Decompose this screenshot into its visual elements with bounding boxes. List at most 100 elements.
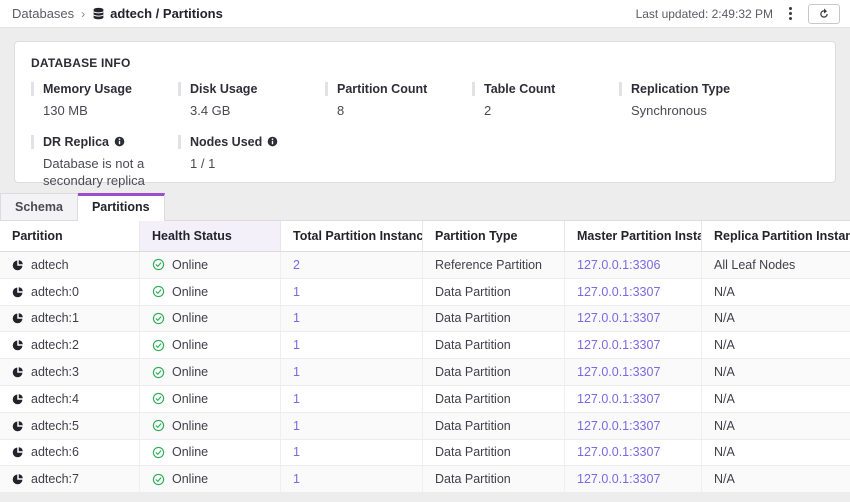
partition-name: adtech:4 [31,392,79,406]
stat: Replication Type Synchronous [619,82,766,120]
partition-name: adtech:1 [31,311,79,325]
top-bar: Databases › adtech / Partitions Last upd… [0,0,850,28]
partition-pie-icon [12,473,24,485]
master-instance-link[interactable]: 127.0.0.1:3307 [577,311,660,325]
health-status-cell: Online [140,466,281,492]
table-body: adtech Online 2 Reference Partition [0,252,850,493]
replica-instance-cell: N/A [702,279,850,305]
online-check-icon [152,339,165,352]
partition-cell: adtech:0 [0,279,140,305]
partition-name: adtech:2 [31,338,79,352]
partition-pie-icon [12,339,24,351]
card-title: DATABASE INFO [31,56,819,70]
health-status-label: Online [172,445,208,459]
master-instance-link[interactable]: 127.0.0.1:3307 [577,472,660,486]
online-check-icon [152,473,165,486]
refresh-button[interactable] [808,4,840,24]
online-check-icon [152,446,165,459]
stat: Memory Usage 130 MB [31,82,178,120]
master-instance-link[interactable]: 127.0.0.1:3307 [577,392,660,406]
instances-cell: 1 [281,306,423,332]
instances-link[interactable]: 1 [293,419,300,433]
health-status-label: Online [172,311,208,325]
health-status-cell: Online [140,440,281,466]
column-header-health-status[interactable]: Health Status [140,221,281,251]
master-instance-cell: 127.0.0.1:3307 [565,359,702,385]
instances-link[interactable]: 1 [293,445,300,459]
health-status-label: Online [172,285,208,299]
online-check-icon [152,285,165,298]
table-row: adtech:6 Online 1 Data Partition [0,440,850,467]
stat: Table Count 2 [472,82,619,120]
stat-value: 1 / 1 [178,155,324,173]
column-header-master-instance[interactable]: Master Partition Instance ... [565,221,702,251]
partition-pie-icon [12,446,24,458]
stat-label-row: Memory Usage [31,82,178,96]
partition-cell: adtech:3 [0,359,140,385]
master-instance-cell: 127.0.0.1:3306 [565,252,702,278]
instances-link[interactable]: 1 [293,285,300,299]
column-header-partition[interactable]: Partition [0,221,140,251]
master-instance-cell: 127.0.0.1:3307 [565,332,702,358]
partition-name: adtech:6 [31,445,79,459]
partition-pie-icon [12,312,24,324]
health-status-label: Online [172,472,208,486]
instances-link[interactable]: 2 [293,258,300,272]
partition-type-cell: Data Partition [423,386,565,412]
partition-cell: adtech:4 [0,386,140,412]
tab-schema[interactable]: Schema [0,193,78,220]
master-instance-link[interactable]: 127.0.0.1:3307 [577,365,660,379]
partition-cell: adtech:1 [0,306,140,332]
stat-value: Synchronous [619,102,765,120]
health-status-cell: Online [140,332,281,358]
table-row: adtech:7 Online 1 Data Partition [0,466,850,493]
kebab-menu-icon[interactable] [783,4,798,23]
partition-type-cell: Data Partition [423,332,565,358]
partition-cell: adtech:7 [0,466,140,492]
stat-label: Replication Type [631,82,730,96]
master-instance-cell: 127.0.0.1:3307 [565,440,702,466]
health-status-cell: Online [140,386,281,412]
stat-label: Nodes Used [190,135,262,149]
table-row: adtech:0 Online 1 Data Partition [0,279,850,306]
last-updated-label: Last updated: 2:49:32 PM [636,7,773,21]
replica-instance-cell: N/A [702,359,850,385]
partition-pie-icon [12,259,24,271]
column-header-total-instances[interactable]: Total Partition Instances [281,221,423,251]
stat-label-row: DR Replica [31,135,178,149]
stat: Partition Count 8 [325,82,472,120]
master-instance-link[interactable]: 127.0.0.1:3307 [577,445,660,459]
instances-cell: 1 [281,279,423,305]
info-icon[interactable] [267,136,278,147]
instances-cell: 2 [281,252,423,278]
instances-link[interactable]: 1 [293,311,300,325]
database-info-card: DATABASE INFO Memory Usage 130 MB [14,41,836,183]
stat-value: Database is not a secondary replica [31,155,177,190]
instances-link[interactable]: 1 [293,338,300,352]
column-header-replica-instance[interactable]: Replica Partition Instance ... [702,221,850,251]
breadcrumb-databases-link[interactable]: Databases [12,6,74,21]
replica-instance-cell: N/A [702,466,850,492]
instances-link[interactable]: 1 [293,365,300,379]
master-instance-link[interactable]: 127.0.0.1:3307 [577,338,660,352]
instances-link[interactable]: 1 [293,392,300,406]
health-status-label: Online [172,338,208,352]
master-instance-link[interactable]: 127.0.0.1:3307 [577,419,660,433]
online-check-icon [152,392,165,405]
master-instance-link[interactable]: 127.0.0.1:3307 [577,285,660,299]
health-status-label: Online [172,258,208,272]
table-row: adtech:2 Online 1 Data Partition [0,332,850,359]
column-header-partition-type[interactable]: Partition Type [423,221,565,251]
stat-label: Disk Usage [190,82,257,96]
info-icon[interactable] [114,136,125,147]
stat: Disk Usage 3.4 GB [178,82,325,120]
stat-value: 2 [472,102,618,120]
master-instance-link[interactable]: 127.0.0.1:3306 [577,258,660,272]
stat-label: DR Replica [43,135,109,149]
stat-value: 3.4 GB [178,102,324,120]
instances-cell: 1 [281,440,423,466]
instances-link[interactable]: 1 [293,472,300,486]
instances-cell: 1 [281,359,423,385]
partition-name: adtech:3 [31,365,79,379]
tab-partitions[interactable]: Partitions [78,193,165,221]
